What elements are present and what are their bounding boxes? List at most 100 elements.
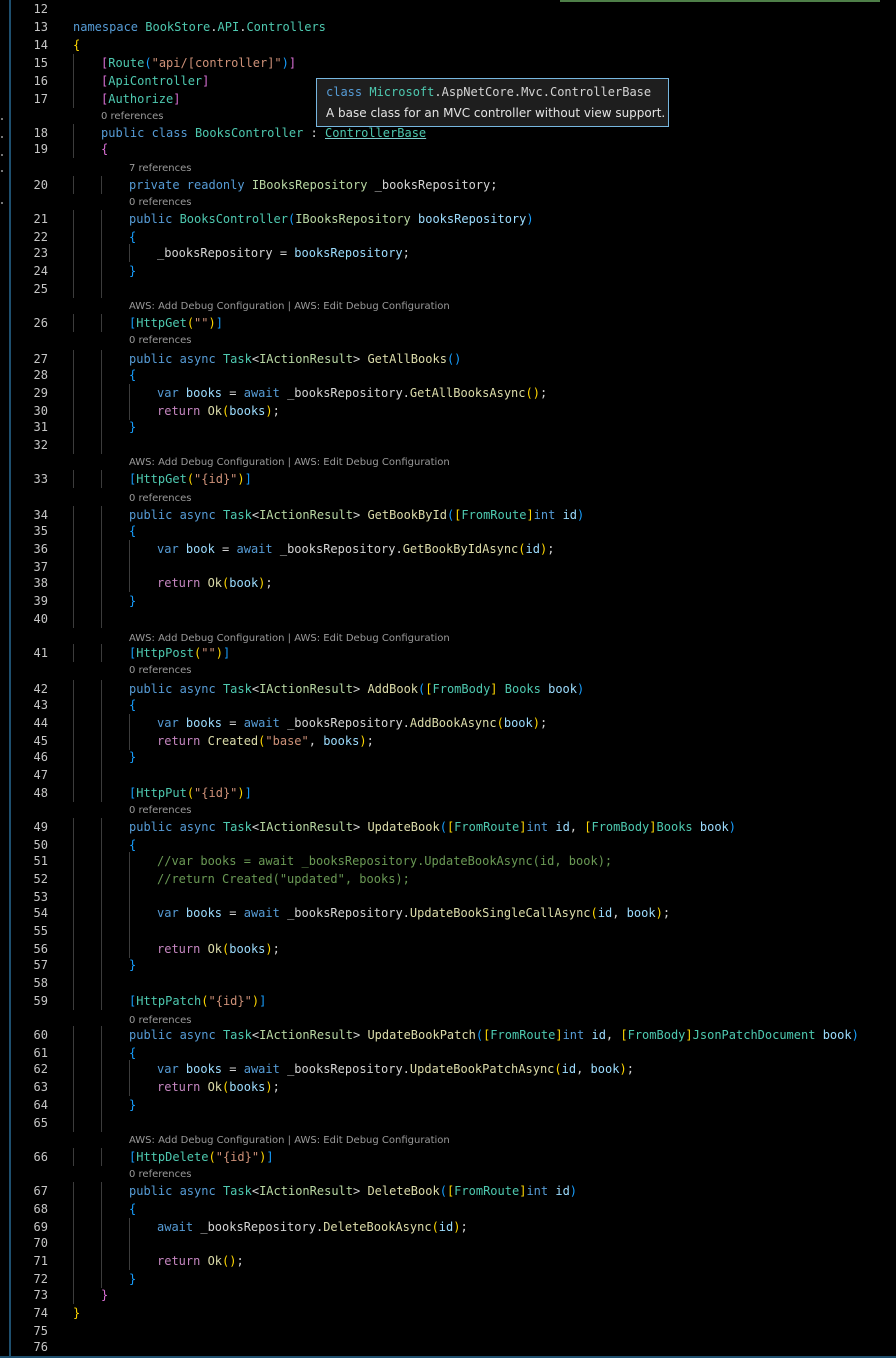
line-number[interactable]: 38 bbox=[14, 574, 48, 592]
line-number[interactable]: 16 bbox=[14, 72, 48, 90]
line-number[interactable]: 48 bbox=[14, 784, 48, 802]
code-text[interactable]: public async Task<IActionResult> UpdateB… bbox=[129, 818, 736, 836]
code-line-60[interactable]: 60 public async Task<IActionResult> Updat… bbox=[0, 1026, 896, 1044]
code-line-26[interactable]: 26 [HttpGet("")] bbox=[0, 314, 896, 332]
code-text[interactable]: [HttpPut("{id}")] bbox=[129, 784, 252, 802]
line-number[interactable]: 59 bbox=[14, 992, 48, 1010]
code-line-32[interactable]: 32 bbox=[0, 436, 896, 454]
line-number[interactable]: 60 bbox=[14, 1026, 48, 1044]
code-line-41[interactable]: 41 [HttpPost("")] bbox=[0, 644, 896, 662]
code-text[interactable]: { bbox=[129, 522, 136, 540]
code-text[interactable]: var books = await _booksRepository.AddBo… bbox=[157, 714, 547, 732]
code-line-55[interactable]: 55 bbox=[0, 922, 896, 940]
line-number[interactable]: 13 bbox=[14, 18, 48, 36]
line-number[interactable]: 15 bbox=[14, 54, 48, 72]
line-number[interactable]: 70 bbox=[14, 1234, 48, 1252]
code-text[interactable]: return Ok(); bbox=[157, 1252, 244, 1270]
line-number[interactable]: 19 bbox=[14, 140, 48, 158]
line-number[interactable]: 49 bbox=[14, 818, 48, 836]
references-codelens[interactable]: 0 references bbox=[129, 1168, 192, 1182]
code-line-14[interactable]: 14 { bbox=[0, 36, 896, 54]
code-text[interactable]: { bbox=[129, 696, 136, 714]
code-line-51[interactable]: 51 //var books = await _booksRepository.U… bbox=[0, 852, 896, 870]
references-codelens[interactable]: 0 references bbox=[129, 492, 192, 506]
line-number[interactable]: 63 bbox=[14, 1078, 48, 1096]
code-text[interactable]: [Authorize] bbox=[101, 90, 181, 108]
code-line-67[interactable]: 67 public async Task<IActionResult> Delet… bbox=[0, 1182, 896, 1200]
code-text[interactable]: [HttpPatch("{id}")] bbox=[129, 992, 266, 1010]
line-number[interactable]: 17 bbox=[14, 90, 48, 108]
code-line-47[interactable]: 47 bbox=[0, 766, 896, 784]
code-text[interactable]: { bbox=[101, 140, 108, 158]
code-line-57[interactable]: 57} bbox=[0, 956, 896, 974]
code-line-36[interactable]: 36 var book = await _booksRepository.GetB… bbox=[0, 540, 896, 558]
line-number[interactable]: 25 bbox=[14, 280, 48, 298]
code-text[interactable]: } bbox=[129, 748, 136, 766]
line-number[interactable]: 57 bbox=[14, 956, 48, 974]
code-line-63[interactable]: 63 return Ok(books); bbox=[0, 1078, 896, 1096]
code-text[interactable]: } bbox=[129, 956, 136, 974]
code-line-38[interactable]: 38 return Ok(book); bbox=[0, 574, 896, 592]
code-text[interactable]: [ApiController] bbox=[101, 72, 209, 90]
code-line-40[interactable]: 40 bbox=[0, 610, 896, 628]
line-number[interactable]: 66 bbox=[14, 1148, 48, 1166]
references-codelens[interactable]: 0 references bbox=[129, 1014, 192, 1028]
line-number[interactable]: 14 bbox=[14, 36, 48, 54]
line-number[interactable]: 46 bbox=[14, 748, 48, 766]
line-number[interactable]: 29 bbox=[14, 384, 48, 402]
code-line-24[interactable]: 24} bbox=[0, 262, 896, 280]
line-number[interactable]: 28 bbox=[14, 366, 48, 384]
code-text[interactable]: var books = await _booksRepository.Updat… bbox=[157, 1060, 634, 1078]
code-text[interactable]: { bbox=[129, 366, 136, 384]
line-number[interactable]: 71 bbox=[14, 1252, 48, 1270]
code-line-74[interactable]: 74} bbox=[0, 1304, 896, 1322]
code-line-73[interactable]: 73} bbox=[0, 1286, 896, 1304]
code-line-29[interactable]: 29 var books = await _booksRepository.Get… bbox=[0, 384, 896, 402]
code-editor[interactable]: 12 13 namespace BookStore.API.Controllers 1… bbox=[0, 0, 896, 1358]
code-text[interactable]: [HttpDelete("{id}")] bbox=[129, 1148, 274, 1166]
code-text[interactable]: _booksRepository = booksRepository; bbox=[157, 244, 410, 262]
code-line-68[interactable]: 68 { bbox=[0, 1200, 896, 1218]
code-text[interactable]: //return Created("updated", books); bbox=[157, 870, 410, 888]
code-line-20[interactable]: 20 private readonly IBooksRepository _boo… bbox=[0, 176, 896, 194]
code-text[interactable]: namespace BookStore.API.Controllers bbox=[73, 18, 326, 36]
references-codelens[interactable]: 0 references bbox=[129, 664, 192, 678]
code-line-48[interactable]: 48 [HttpPut("{id}")] bbox=[0, 784, 896, 802]
line-number[interactable]: 24 bbox=[14, 262, 48, 280]
code-line-13[interactable]: 13 namespace BookStore.API.Controllers bbox=[0, 18, 896, 36]
code-line-12[interactable]: 12 bbox=[0, 0, 896, 18]
code-line-31[interactable]: 31} bbox=[0, 418, 896, 436]
code-text[interactable]: //var books = await _booksRepository.Upd… bbox=[157, 852, 612, 870]
code-line-25[interactable]: 25 bbox=[0, 280, 896, 298]
line-number[interactable]: 76 bbox=[14, 1338, 48, 1356]
code-line-39[interactable]: 39} bbox=[0, 592, 896, 610]
code-text[interactable]: } bbox=[129, 592, 136, 610]
code-text[interactable]: } bbox=[129, 262, 136, 280]
code-text[interactable]: private readonly IBooksRepository _books… bbox=[129, 176, 497, 194]
code-line-65[interactable]: 65 bbox=[0, 1114, 896, 1132]
code-text[interactable]: } bbox=[129, 1096, 136, 1114]
line-number[interactable]: 41 bbox=[14, 644, 48, 662]
line-number[interactable]: 31 bbox=[14, 418, 48, 436]
code-text[interactable]: } bbox=[129, 418, 136, 436]
code-line-15[interactable]: 15 [Route("api/[controller]")] bbox=[0, 54, 896, 72]
line-number[interactable]: 39 bbox=[14, 592, 48, 610]
line-number[interactable]: 40 bbox=[14, 610, 48, 628]
code-text[interactable]: return Ok(books); bbox=[157, 1078, 280, 1096]
line-number[interactable]: 43 bbox=[14, 696, 48, 714]
code-text[interactable]: return Ok(book); bbox=[157, 574, 273, 592]
code-line-71[interactable]: 71 return Ok(); bbox=[0, 1252, 896, 1270]
code-text[interactable]: public async Task<IActionResult> UpdateB… bbox=[129, 1026, 859, 1044]
code-line-49[interactable]: 49 public async Task<IActionResult> Updat… bbox=[0, 818, 896, 836]
code-text[interactable]: var books = await _booksRepository.GetAl… bbox=[157, 384, 547, 402]
line-number[interactable]: 36 bbox=[14, 540, 48, 558]
code-text[interactable]: [HttpGet("{id}")] bbox=[129, 470, 252, 488]
line-number[interactable]: 51 bbox=[14, 852, 48, 870]
code-line-64[interactable]: 64} bbox=[0, 1096, 896, 1114]
aws-debug-codelens[interactable]: AWS: Add Debug Configuration | AWS: Edit… bbox=[129, 1134, 450, 1148]
references-codelens[interactable]: 0 references bbox=[101, 110, 164, 124]
line-number[interactable]: 62 bbox=[14, 1060, 48, 1078]
code-text[interactable]: { bbox=[129, 1200, 136, 1218]
line-number[interactable]: 33 bbox=[14, 470, 48, 488]
line-number[interactable]: 23 bbox=[14, 244, 48, 262]
